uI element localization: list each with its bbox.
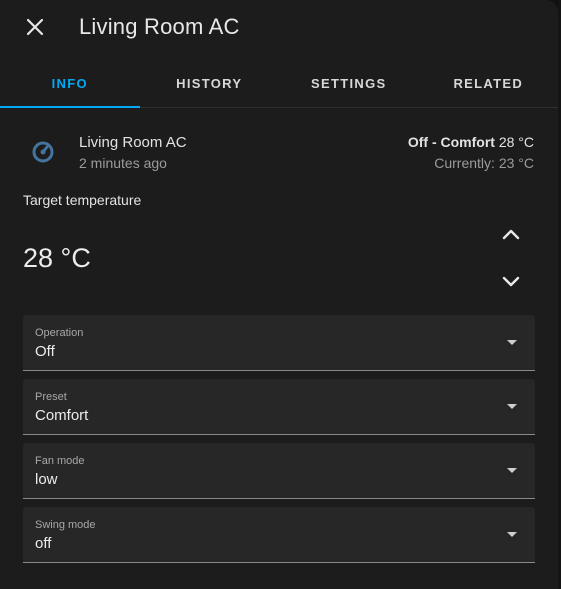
dialog-header: Living Room AC	[0, 0, 558, 56]
dropdown-arrow-icon	[507, 468, 517, 473]
entity-state: Off - Comfort 28 °C Currently: 23 °C	[408, 134, 534, 171]
temperature-down-button[interactable]	[498, 269, 524, 295]
last-changed: 2 minutes ago	[79, 155, 167, 171]
fan-mode-value: low	[35, 471, 58, 488]
chevron-down-icon	[502, 276, 520, 287]
close-button[interactable]	[22, 14, 48, 40]
dialog-title: Living Room AC	[79, 14, 240, 39]
entity-name[interactable]: Living Room AC	[79, 134, 187, 151]
tab-history[interactable]: HISTORY	[140, 60, 280, 107]
tab-related[interactable]: RELATED	[419, 60, 559, 107]
chevron-up-icon	[502, 229, 520, 240]
preset-select[interactable]: Preset Comfort	[23, 379, 535, 435]
operation-label: Operation	[35, 327, 84, 339]
target-temperature-value: 28 °C	[23, 243, 91, 273]
operation-value: Off	[35, 343, 55, 360]
tab-settings[interactable]: SETTINGS	[279, 60, 419, 107]
tab-info[interactable]: INFO	[0, 60, 140, 108]
fan-mode-select[interactable]: Fan mode low	[23, 443, 535, 499]
operation-select[interactable]: Operation Off	[23, 315, 535, 371]
state-temp: 28 °C	[498, 134, 534, 150]
swing-mode-select[interactable]: Swing mode off	[23, 507, 535, 563]
thermostat-icon	[31, 140, 55, 164]
target-temperature-label: Target temperature	[23, 192, 142, 208]
entity-state-row: Living Room AC 2 minutes ago Off - Comfo…	[0, 128, 558, 178]
dropdown-arrow-icon	[507, 532, 517, 537]
tab-bar: INFO HISTORY SETTINGS RELATED	[0, 60, 558, 108]
temperature-up-button[interactable]	[498, 221, 524, 247]
swing-mode-label: Swing mode	[35, 519, 96, 531]
swing-mode-value: off	[35, 535, 52, 552]
dropdown-arrow-icon	[507, 340, 517, 345]
preset-label: Preset	[35, 391, 67, 403]
dropdown-arrow-icon	[507, 404, 517, 409]
state-mode: Off - Comfort	[407, 134, 495, 150]
fan-mode-label: Fan mode	[35, 455, 85, 467]
current-temperature: Currently: 23 °C	[434, 155, 534, 171]
preset-value: Comfort	[35, 407, 89, 424]
close-icon	[26, 18, 44, 36]
more-info-dialog: Living Room AC INFO HISTORY SETTINGS REL…	[0, 0, 558, 589]
state-summary: Off - Comfort 28 °C	[408, 134, 534, 150]
